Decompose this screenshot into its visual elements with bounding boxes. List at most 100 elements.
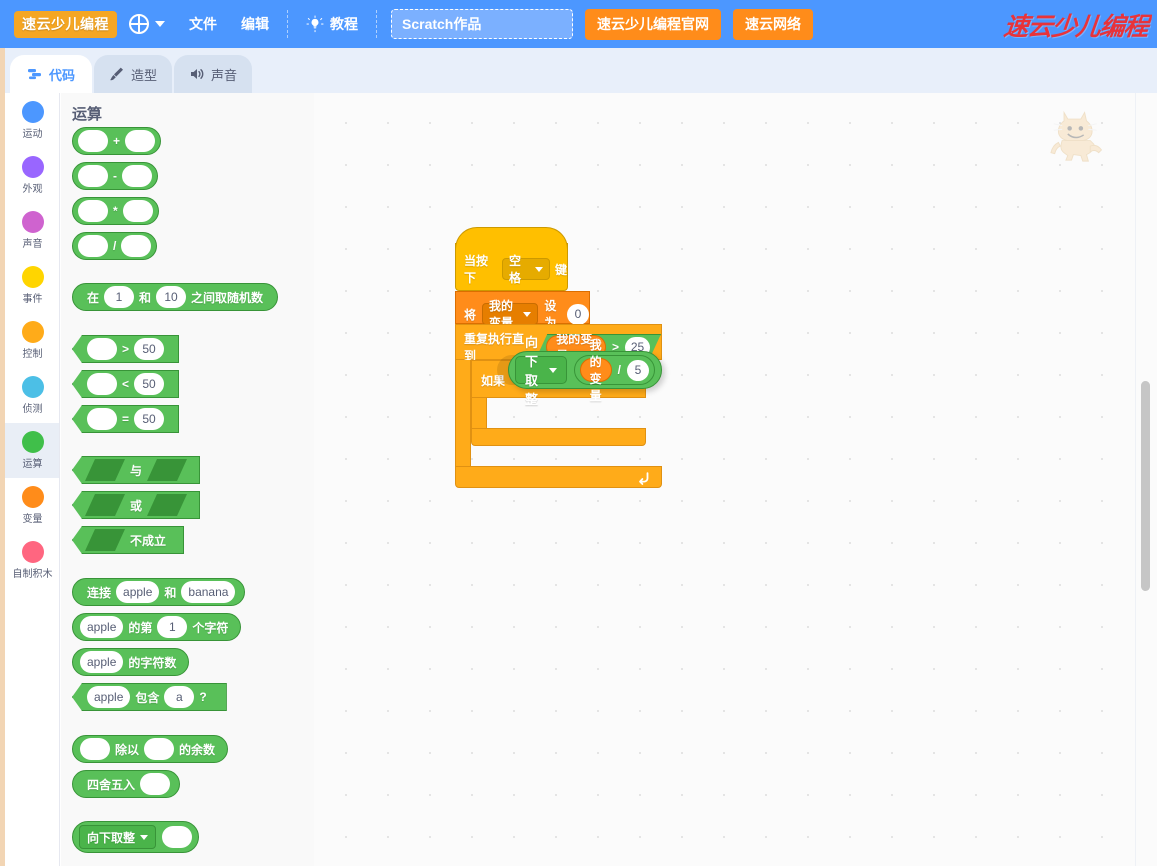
block-length-of[interactable]: apple 的字符数 xyxy=(72,648,190,676)
key-option-dropdown[interactable]: 空格 xyxy=(502,254,550,285)
sidebar-item-events[interactable]: 事件 xyxy=(5,258,59,313)
add-right-input[interactable] xyxy=(125,130,156,152)
round-input[interactable] xyxy=(140,773,171,795)
eq-left-input[interactable] xyxy=(87,408,117,430)
tutorial-menu[interactable]: 教程 xyxy=(294,0,370,48)
network-site-button[interactable]: 速云网络 xyxy=(733,8,813,40)
block-contains[interactable]: apple 包含 a ? xyxy=(72,683,227,711)
block-operator-add[interactable]: + xyxy=(72,127,162,155)
contains-string-input[interactable]: apple xyxy=(87,686,131,708)
lt-symbol: < xyxy=(122,377,130,391)
mul-symbol: * xyxy=(113,204,118,218)
random-to-input[interactable]: 10 xyxy=(156,286,187,308)
sidebar-item-my-blocks[interactable]: 自制积木 xyxy=(5,533,59,588)
block-operator-greater[interactable]: > 50 xyxy=(72,335,180,363)
set-variable-value-input[interactable]: 0 xyxy=(567,303,589,325)
mod-left-input[interactable] xyxy=(80,738,110,760)
sidebar-item-operators[interactable]: 运算 xyxy=(5,423,59,478)
math-op-dropdown[interactable]: 向下取整 xyxy=(79,825,157,849)
block-math-op[interactable]: 向下取整 xyxy=(72,821,200,853)
tab-sounds-label: 声音 xyxy=(210,67,237,83)
edit-menu[interactable]: 编辑 xyxy=(229,0,281,48)
mul-left-input[interactable] xyxy=(78,200,108,222)
and-left-slot[interactable] xyxy=(85,459,125,481)
block-when-key-pressed[interactable]: 当按下 空格 键 xyxy=(455,227,568,291)
block-operator-subtract[interactable]: - xyxy=(72,162,158,190)
block-set-variable[interactable]: 将 我的变量 设为 0 xyxy=(455,291,590,330)
div-right-input[interactable] xyxy=(121,235,152,257)
block-operator-divide[interactable]: / xyxy=(72,232,158,260)
block-join[interactable]: 连接 apple 和 banana xyxy=(72,578,246,606)
dragged-divisor-input[interactable]: 5 xyxy=(627,359,649,381)
not-slot[interactable] xyxy=(85,529,125,551)
and-right-slot[interactable] xyxy=(147,459,187,481)
sub-left-input[interactable] xyxy=(78,165,108,187)
length-of-input[interactable]: apple xyxy=(80,651,124,673)
chevron-down-icon xyxy=(534,266,543,272)
app-logo-badge[interactable]: 速云少儿编程 xyxy=(14,10,117,38)
block-modulo[interactable]: 除以 的余数 xyxy=(72,735,229,763)
contains-sub-input[interactable]: a xyxy=(164,686,195,708)
add-symbol: + xyxy=(113,134,121,148)
official-site-button[interactable]: 速云少儿编程官网 xyxy=(585,8,721,40)
add-left-input[interactable] xyxy=(78,130,108,152)
block-palette[interactable]: 运算 + - * / 在 1 和 10 之间取随机数 > 50 < 50 = 5… xyxy=(61,93,314,866)
block-operator-not[interactable]: 不成立 xyxy=(72,526,185,554)
or-left-slot[interactable] xyxy=(85,494,125,516)
file-menu[interactable]: 文件 xyxy=(177,0,229,48)
join-a-input[interactable]: apple xyxy=(116,581,160,603)
hat-top-cap xyxy=(455,227,568,249)
math-op-input[interactable] xyxy=(162,826,193,848)
block-operator-less[interactable]: < 50 xyxy=(72,370,180,398)
tab-sounds[interactable]: 声音 xyxy=(174,55,252,93)
lt-left-input[interactable] xyxy=(87,373,117,395)
mul-right-input[interactable] xyxy=(122,200,153,222)
block-pick-random[interactable]: 在 1 和 10 之间取随机数 xyxy=(72,283,279,311)
block-math-op-dragged[interactable]: 向下取整 我的变量 / 5 xyxy=(508,335,662,407)
block-round[interactable]: 四舍五入 xyxy=(72,770,181,798)
motion-color-icon xyxy=(21,101,44,123)
block-operator-or[interactable]: 或 xyxy=(72,491,201,519)
sidebar-item-control[interactable]: 控制 xyxy=(5,313,59,368)
project-name-input[interactable]: Scratch作品 xyxy=(391,9,573,39)
or-right-slot[interactable] xyxy=(147,494,187,516)
block-divide-dragged[interactable]: 我的变量 / 5 xyxy=(573,338,655,403)
eq-right-input[interactable]: 50 xyxy=(134,408,165,430)
block-operator-and[interactable]: 与 xyxy=(72,456,201,484)
dragged-math-op-dropdown[interactable]: 向下取整 xyxy=(515,335,567,407)
canvas-vertical-scrollbar[interactable] xyxy=(1141,381,1150,591)
block-letter-of[interactable]: apple 的第 1 个字符 xyxy=(72,613,242,641)
dragged-math-op-label: 向下取整 xyxy=(525,335,539,407)
block-repeat-until[interactable]: 重复执行直到 我的变量 > 25 如果 xyxy=(455,324,662,488)
lt-right-input[interactable]: 50 xyxy=(134,373,165,395)
round-label: 四舍五入 xyxy=(87,777,136,792)
sidebar-item-label: 声音 xyxy=(22,239,43,250)
div-left-input[interactable] xyxy=(78,235,108,257)
sidebar-item-variables[interactable]: 变量 xyxy=(5,478,59,533)
sidebar-item-motion[interactable]: 运动 xyxy=(5,93,59,148)
sidebar-item-sensing[interactable]: 侦测 xyxy=(5,368,59,423)
block-operator-equals[interactable]: = 50 xyxy=(72,405,180,433)
sub-symbol: - xyxy=(113,169,117,183)
mod-right-input[interactable] xyxy=(144,738,175,760)
sound-color-icon xyxy=(21,211,44,233)
join-b-input[interactable]: banana xyxy=(181,581,236,603)
script-stack[interactable]: 当按下 空格 键 将 我的变量 设为 0 重复执行直到 我的变 > 25 如果 … xyxy=(455,227,662,488)
block-operator-multiply[interactable]: * xyxy=(72,197,159,225)
variable-name-dropdown[interactable]: 我的变量 xyxy=(482,299,539,330)
scratch-cat-icon xyxy=(1049,105,1109,163)
dragged-variable-reporter[interactable]: 我的变量 xyxy=(579,338,612,403)
language-menu[interactable] xyxy=(117,0,177,48)
sub-right-input[interactable] xyxy=(122,165,152,187)
sidebar-item-looks[interactable]: 外观 xyxy=(5,148,59,203)
tab-costumes[interactable]: 造型 xyxy=(94,55,172,93)
tab-code[interactable]: 代码 xyxy=(10,55,92,93)
sidebar-item-sound[interactable]: 声音 xyxy=(5,203,59,258)
random-from-input[interactable]: 1 xyxy=(104,286,135,308)
letter-of-string-input[interactable]: apple xyxy=(80,616,124,638)
gt-left-input[interactable] xyxy=(87,338,117,360)
gt-right-input[interactable]: 50 xyxy=(134,338,165,360)
letter-of-index-input[interactable]: 1 xyxy=(157,616,188,638)
brush-icon xyxy=(109,66,125,82)
script-canvas[interactable]: 当按下 空格 键 将 我的变量 设为 0 重复执行直到 我的变 > 25 如果 … xyxy=(314,93,1157,866)
